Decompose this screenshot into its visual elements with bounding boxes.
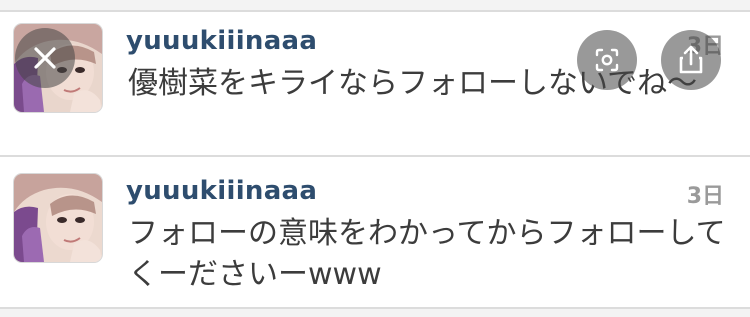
avatar[interactable] [14,174,102,262]
close-button[interactable] [15,28,75,88]
post-text: 優樹菜をキライならフォローしないでね〜 [128,66,698,101]
post-item[interactable]: yuuukiiinaaa 3日 優樹菜をキライならフォローしないでね〜 [0,12,750,155]
post-text: フォローの意味をわかってからフォローしてくーださいーwww [128,216,726,292]
username[interactable]: yuuukiiinaaa [126,26,317,56]
avatar-image [14,174,102,262]
username[interactable]: yuuukiiinaaa [126,176,317,206]
post-item[interactable]: yuuukiiinaaa 3日 フォローの意味をわかってからフォローしてくーださ… [0,157,750,307]
timestamp: 3日 [686,184,724,209]
divider [0,307,750,309]
share-icon [679,45,703,74]
close-icon [34,47,56,69]
lens-icon [595,48,619,72]
share-button[interactable] [661,30,721,90]
timeline-feed: yuuukiiinaaa 3日 優樹菜をキライならフォローしないでね〜 yuuu… [0,0,750,317]
lens-button[interactable] [577,30,637,90]
